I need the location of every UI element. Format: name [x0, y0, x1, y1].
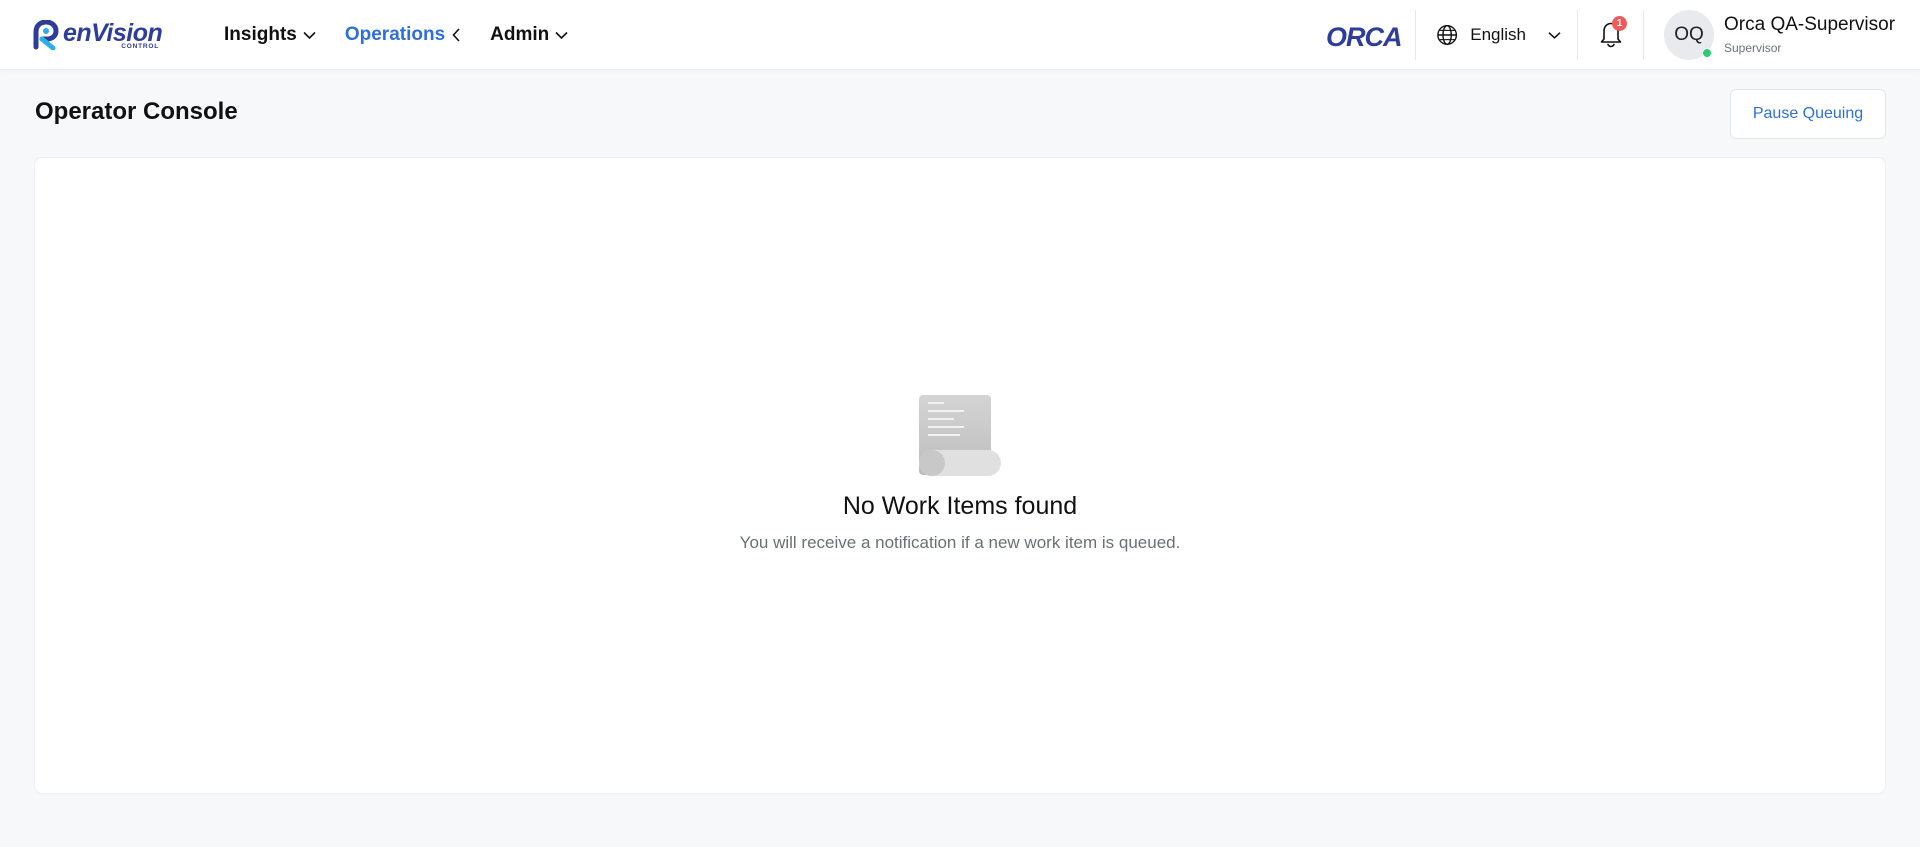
language-label: English	[1470, 25, 1527, 44]
work-items-panel: No Work Items found You will receive a n…	[34, 157, 1886, 794]
header-divider	[1415, 10, 1416, 60]
chevron-down-icon	[1548, 31, 1561, 39]
scroll-document-icon	[919, 395, 1001, 476]
orca-product-logo: ORCA	[1326, 22, 1402, 52]
main-nav: Insights Operations Admin	[224, 0, 568, 70]
language-selector[interactable]: English	[1436, 0, 1561, 70]
brand-subtitle: CONTROL	[121, 43, 159, 50]
envision-swirl-icon	[33, 20, 59, 50]
chevron-down-icon	[303, 31, 316, 39]
nav-admin[interactable]: Admin	[490, 0, 568, 70]
chevron-down-icon	[555, 31, 568, 39]
globe-icon	[1437, 25, 1458, 45]
user-name[interactable]: Orca QA-Supervisor	[1724, 14, 1895, 36]
user-role: Supervisor	[1724, 41, 1782, 55]
empty-state: No Work Items found You will receive a n…	[35, 394, 1885, 553]
notification-count-badge: 1	[1612, 16, 1627, 31]
top-navigation-bar: enVision CONTROL Insights Operations Adm…	[0, 0, 1920, 70]
pause-queuing-button[interactable]: Pause Queuing	[1730, 89, 1886, 139]
online-status-indicator	[1702, 48, 1712, 58]
avatar-initials: OQ	[1674, 24, 1704, 45]
brand-wordmark: enVision CONTROL	[63, 16, 163, 54]
avatar[interactable]: OQ	[1664, 10, 1714, 60]
nav-operations[interactable]: Operations	[345, 0, 461, 70]
nav-operations-label: Operations	[344, 24, 446, 45]
nav-insights-label: Insights	[224, 24, 297, 45]
page-title: Operator Console	[35, 98, 238, 125]
header-divider	[1577, 10, 1578, 60]
empty-state-title: No Work Items found	[842, 492, 1078, 520]
nav-insights[interactable]: Insights	[224, 0, 316, 70]
header-divider	[1643, 10, 1644, 60]
chevron-left-icon	[452, 28, 460, 42]
empty-state-subtitle: You will receive a notification if a new…	[739, 533, 1181, 552]
envision-logo[interactable]: enVision CONTROL	[33, 16, 163, 54]
nav-admin-label: Admin	[490, 24, 550, 45]
notifications-button[interactable]: 1	[1597, 16, 1627, 50]
